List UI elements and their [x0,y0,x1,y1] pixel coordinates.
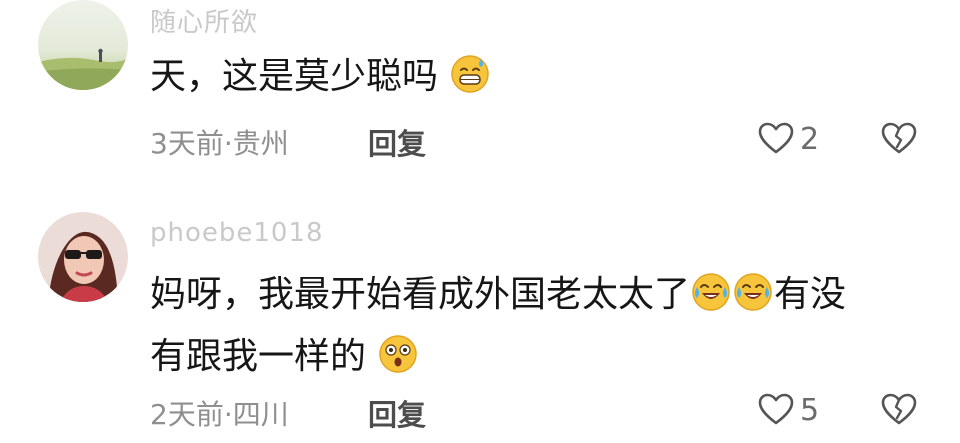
astonished-emoji [378,334,418,374]
broken-heart-icon [881,393,917,425]
like-count: 5 [800,392,820,428]
reply-button[interactable]: 回复 [368,392,426,434]
comment-item: phoebe1018 妈呀，我最开始看成外国老太太了 有没 有跟我一样的 2天前… [0,0,960,443]
comment-meta: 2天前·四川 [150,398,289,431]
username[interactable]: phoebe1018 [150,218,324,248]
avatar[interactable] [38,212,128,302]
like-button[interactable]: 5 [756,390,819,430]
tears-of-joy-emoji [691,272,731,312]
dislike-button[interactable] [879,390,919,430]
comment-text-line: 妈呀，我最开始看成外国老太太了 [150,274,691,315]
comment-text-line: 有没 [774,274,847,315]
comment-feed: 随心所欲 天，这是莫少聪吗 3天前·贵州 回复 2 phoebe1018 妈呀，… [0,0,960,443]
comment-text: 妈呀，我最开始看成外国老太太了 有没 有跟我一样的 [150,264,846,388]
comment-text-line: 有跟我一样的 [150,336,367,377]
heart-icon [756,390,796,430]
tears-of-joy-emoji [733,272,773,312]
